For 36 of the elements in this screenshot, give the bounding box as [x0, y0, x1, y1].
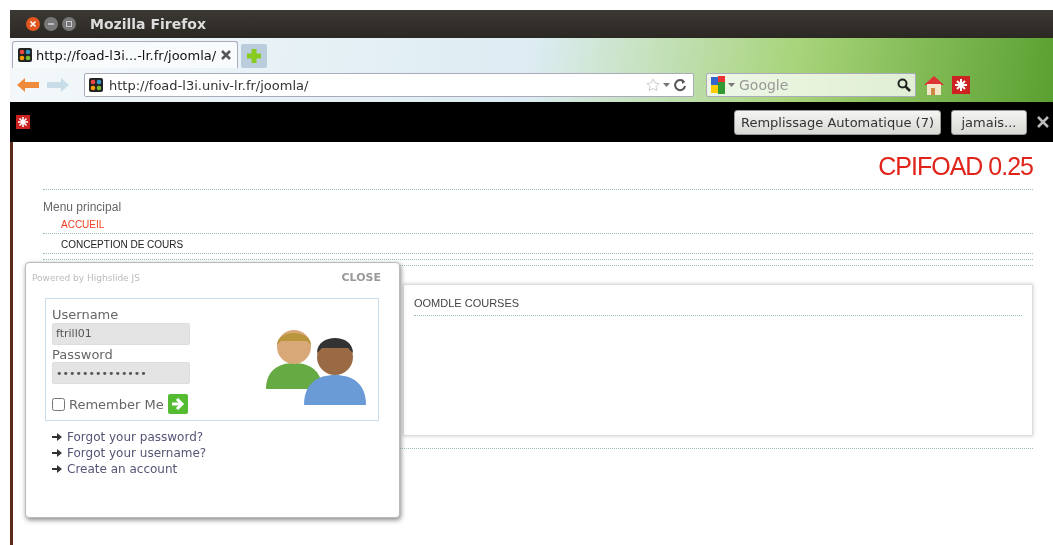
menu-heading: Menu principal [43, 200, 123, 214]
maximize-icon[interactable] [62, 17, 76, 31]
search-icon[interactable] [897, 78, 911, 92]
address-bar[interactable]: http://foad-l3i.univ-lr.fr/joomla/ [84, 73, 694, 97]
field-label: Username [52, 307, 120, 322]
card-heading: OOMDLE COURSES [414, 297, 521, 309]
site-title: CPIFOAD 0.25 [877, 152, 1033, 181]
asterisk-icon[interactable] [952, 76, 970, 94]
input-field[interactable]: ftrill01 [52, 322, 190, 345]
field-label: Password [52, 346, 114, 362]
powered-by-text: Powered by Highslide JS [32, 272, 140, 283]
notification-button[interactable]: jamais... [951, 109, 1027, 135]
search-field[interactable]: Google [737, 76, 897, 94]
close-icon[interactable] [26, 17, 40, 31]
bookmark-reload-icon[interactable] [645, 77, 689, 93]
menu-link[interactable]: ACCUEIL [61, 219, 1033, 230]
checkbox-label: Remember Me [69, 396, 164, 412]
notification-button[interactable]: Remplissage Automatique (7) [733, 109, 941, 135]
link[interactable]: Forgot your username? [67, 446, 207, 460]
close-icon[interactable] [220, 49, 233, 61]
link[interactable]: Forgot your password? [67, 430, 204, 444]
browser-tab[interactable]: http://foad-l3i...-lr.fr/joomla/ [12, 41, 239, 68]
site-icon [18, 48, 32, 62]
site-icon [89, 78, 103, 92]
close-icon[interactable] [1037, 116, 1049, 128]
asterisk-icon [16, 115, 30, 129]
remember-checkbox[interactable] [52, 397, 65, 411]
search-engine-icon[interactable] [711, 76, 737, 94]
window-title: Mozilla Firefox [90, 16, 206, 32]
tab-title: http://foad-l3i...-lr.fr/joomla/ [36, 47, 217, 63]
home-icon[interactable] [922, 74, 946, 96]
menu-link[interactable]: CONCEPTION DE COURS [61, 239, 1033, 250]
link[interactable]: Create an account [67, 462, 178, 476]
search-bar[interactable]: Google [706, 73, 916, 97]
minimize-icon[interactable] [44, 17, 58, 31]
input-field[interactable]: •••••••••••••• [52, 362, 190, 384]
